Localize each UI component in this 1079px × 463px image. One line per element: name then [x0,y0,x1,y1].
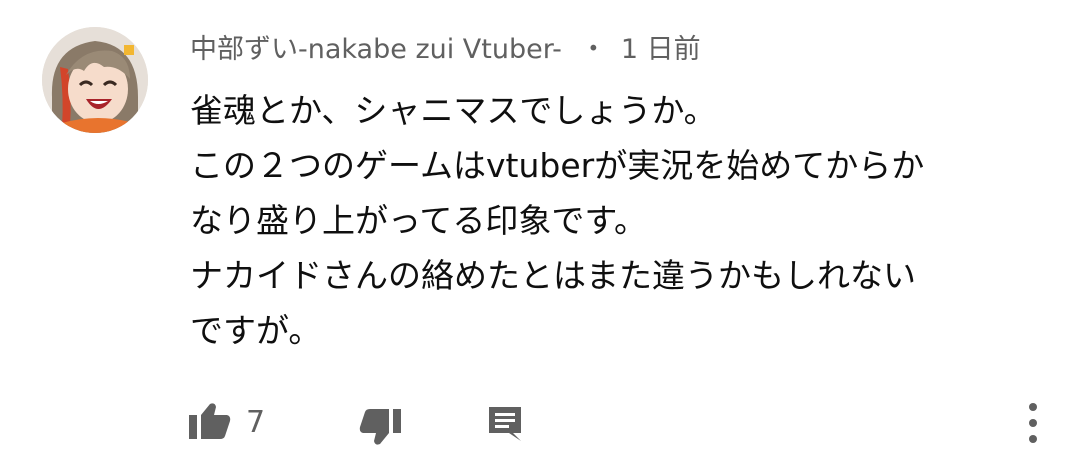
comment-text-line: ナカイドさんの絡めたとはまた違うかもしれない [190,256,916,295]
comment-text: 雀魂とか、シャニマスでしょうか。 この２つのゲームはvtuberが実況を始めてか… [190,83,1070,358]
more-actions-button[interactable] [1026,401,1040,449]
thumbs-up-icon [188,401,232,445]
avatar[interactable] [42,27,148,133]
meta-separator: ・ [579,34,607,65]
dislike-button[interactable] [358,407,402,451]
more-vertical-icon [1026,401,1040,449]
thumbs-down-icon [358,407,402,451]
like-button[interactable]: 7 [188,403,265,443]
reply-button[interactable] [487,405,523,447]
reply-comment-icon [487,405,523,447]
comment-actions: 7 [0,395,1079,451]
comment-text-line: ですが。 [190,311,322,350]
comment-header: 中部ずい-nakabe zui Vtuber- ・ 1 日前 [190,30,701,70]
comment-text-line: なり盛り上がってる印象です。 [190,201,648,240]
comment-text-line: この２つのゲームはvtuberが実況を始めてからか [190,146,925,185]
comment-item: 中部ずい-nakabe zui Vtuber- ・ 1 日前 雀魂とか、シャニマスで… [0,0,1079,463]
comment-timestamp[interactable]: 1 日前 [621,34,701,65]
author-name[interactable]: 中部ずい-nakabe zui Vtuber- [190,34,562,65]
comment-text-line: 雀魂とか、シャニマスでしょうか。 [190,91,717,130]
like-count: 7 [246,405,266,440]
